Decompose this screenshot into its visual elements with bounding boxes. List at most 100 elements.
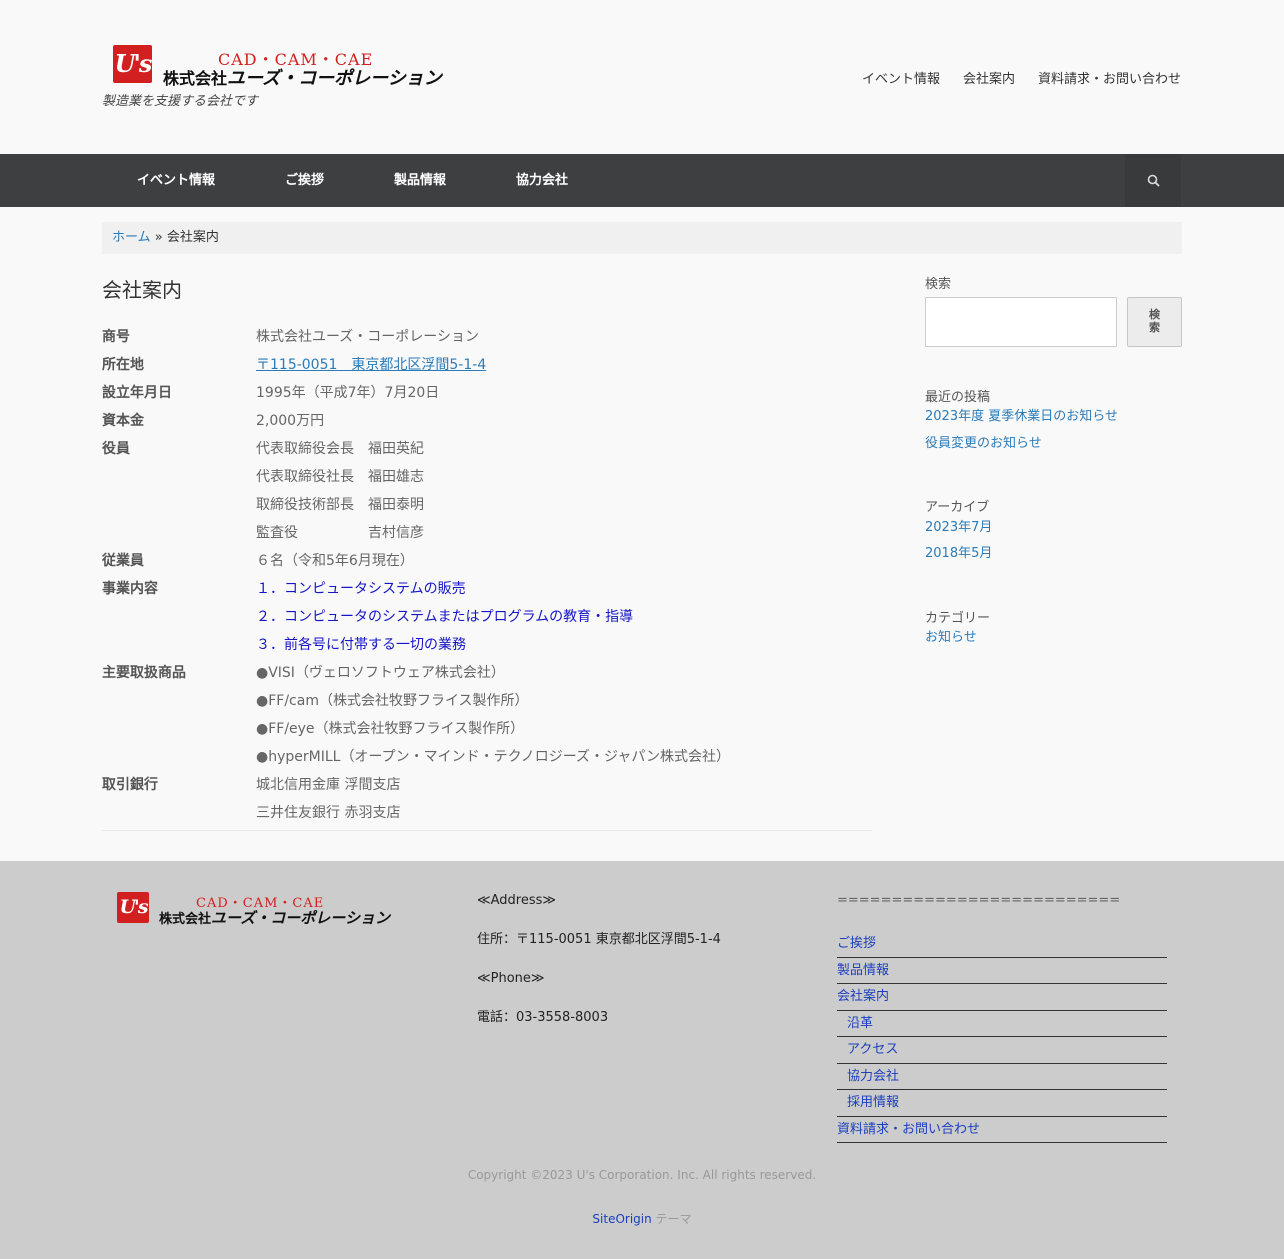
theme-suffix: テーマ — [651, 1212, 692, 1226]
logo-mark: U's — [113, 45, 152, 83]
info-label: 事業内容 — [102, 581, 158, 597]
info-row-business: 事業内容 １．コンピュータシステムの販売 ２．コンピュータのシステムまたはプログ… — [102, 575, 872, 659]
footer-menu-item: 協力会社 — [837, 1064, 1167, 1090]
footer-link-contact[interactable]: 資料請求・お問い合わせ — [837, 1122, 980, 1137]
top-nav-company[interactable]: 会社案内 — [963, 68, 1015, 87]
footer-link-company[interactable]: 会社案内 — [837, 989, 889, 1004]
search-widget: 検索 — [925, 297, 1182, 347]
footer-link-partners[interactable]: 協力会社 — [847, 1069, 899, 1084]
copyright: Copyright ©2023 U's Corporation. Inc. Al… — [467, 1168, 817, 1182]
footer-link-history[interactable]: 沿革 — [847, 1016, 873, 1031]
top-nav-contact[interactable]: 資料請求・お問い合わせ — [1038, 68, 1181, 87]
info-label: 主要取扱商品 — [102, 665, 186, 681]
main-nav-partners[interactable]: 協力会社 — [481, 154, 603, 207]
theme-credit: SiteOrigin テーマ — [0, 1210, 1284, 1227]
siteorigin-link[interactable]: SiteOrigin — [592, 1212, 651, 1226]
footer-menu: ご挨拶 製品情報 会社案内 沿革 アクセス 協力会社 採用情報 資料請求・お問い… — [837, 931, 1167, 1143]
info-label: 取引銀行 — [102, 777, 158, 793]
footer-link-recruit[interactable]: 採用情報 — [847, 1095, 899, 1110]
info-label: 所在地 — [102, 357, 144, 373]
footer-link-products[interactable]: 製品情報 — [837, 963, 889, 978]
breadcrumb-current: 会社案内 — [166, 230, 219, 245]
breadcrumb-separator: » — [150, 230, 167, 245]
archive-title: アーカイブ — [925, 500, 990, 515]
info-value: 1995年（平成7年）7月20日 — [256, 385, 440, 401]
logo-company-prefix: 株式会社 — [163, 69, 228, 88]
site-header: U's CAD・CAM・CAE 株式会社ユーズ・コーポレーション 製造業を支援す… — [0, 0, 1284, 154]
category-link[interactable]: お知らせ — [925, 628, 1182, 648]
info-value: １．コンピュータシステムの販売 — [256, 581, 466, 597]
info-value: 城北信用金庫 浮間支店 — [256, 777, 401, 793]
info-row-trade-name: 商号 株式会社ユーズ・コーポレーション — [102, 323, 872, 351]
top-nav-events[interactable]: イベント情報 — [862, 68, 940, 87]
breadcrumb: ホーム » 会社案内 — [102, 222, 1182, 254]
info-row-capital: 資本金 2,000万円 — [102, 407, 872, 435]
archive-link[interactable]: 2023年7月 — [925, 518, 1182, 544]
logo-company: 株式会社ユーズ・コーポレーション — [159, 907, 390, 928]
info-value: 株式会社ユーズ・コーポレーション — [256, 329, 480, 345]
archive-link[interactable]: 2018年5月 — [925, 544, 1182, 564]
main-content: 会社案内 商号 株式会社ユーズ・コーポレーション 所在地 〒115-0051 東… — [102, 274, 872, 831]
logo-company-prefix: 株式会社 — [159, 912, 212, 927]
main-nav: イベント情報 ご挨拶 製品情報 協力会社 — [0, 154, 1284, 207]
search-button[interactable]: 検索 — [1127, 297, 1182, 347]
logo-company-name: ユーズ・コーポレーション — [227, 68, 442, 89]
info-value: 代表取締役社長 福田雄志 — [256, 469, 424, 485]
logo-mark: U's — [117, 892, 149, 923]
info-label: 設立年月日 — [102, 385, 172, 401]
search-toggle-button[interactable] — [1125, 154, 1181, 207]
search-button-label: 検索 — [1149, 309, 1160, 334]
category-title: カテゴリー — [925, 611, 991, 626]
search-input[interactable] — [925, 297, 1117, 347]
address-link[interactable]: 〒115-0051 東京都北区浮間5-1-4 — [256, 357, 486, 373]
info-row-address: 所在地 〒115-0051 東京都北区浮間5-1-4 — [102, 351, 872, 379]
info-row-employees: 従業員 ６名（令和5年6月現在） — [102, 547, 872, 575]
site-footer: U's CAD・CAM・CAE 株式会社ユーズ・コーポレーション ≪Addres… — [0, 861, 1284, 1259]
footer-link-greeting[interactable]: ご挨拶 — [837, 936, 876, 951]
footer-menu-item: アクセス — [837, 1037, 1167, 1064]
info-value: 三井住友銀行 赤羽支店 — [256, 805, 401, 821]
info-value: ●FF/eye（株式会社牧野フライス製作所） — [256, 721, 525, 737]
top-nav: イベント情報 会社案内 資料請求・お問い合わせ — [862, 68, 1181, 87]
footer-menu-item: ご挨拶 — [837, 931, 1167, 958]
info-value: ●FF/cam（株式会社牧野フライス製作所） — [256, 693, 529, 709]
logo-company: 株式会社ユーズ・コーポレーション — [163, 64, 442, 90]
info-label: 資本金 — [102, 413, 144, 429]
page-title: 会社案内 — [102, 278, 182, 302]
recent-post-link[interactable]: 役員変更のお知らせ — [925, 434, 1182, 454]
logo-company-name: ユーズ・コーポレーション — [211, 909, 390, 927]
info-row-banks: 取引銀行 城北信用金庫 浮間支店 三井住友銀行 赤羽支店 — [102, 771, 872, 827]
breadcrumb-home[interactable]: ホーム — [112, 230, 151, 245]
info-label: 役員 — [102, 441, 130, 457]
footer-phone: 電話：03-3558-8003 — [477, 1010, 609, 1025]
footer-address: 住所：〒115-0051 東京都北区浮間5-1-4 — [477, 932, 721, 947]
recent-post-link[interactable]: 2023年度 夏季休業日のお知らせ — [925, 407, 1182, 434]
search-widget-title: 検索 — [925, 277, 952, 292]
footer-link-access[interactable]: アクセス — [847, 1042, 898, 1057]
site-logo[interactable]: U's CAD・CAM・CAE 株式会社ユーズ・コーポレーション — [113, 45, 442, 89]
search-icon — [1147, 174, 1160, 187]
recent-posts-title: 最近の投稿 — [925, 390, 991, 405]
info-row-founded: 設立年月日 1995年（平成7年）7月20日 — [102, 379, 872, 407]
info-value: ６名（令和5年6月現在） — [256, 553, 414, 569]
info-value: 取締役技術部長 福田泰明 — [256, 497, 424, 513]
company-info-table: 商号 株式会社ユーズ・コーポレーション 所在地 〒115-0051 東京都北区浮… — [102, 323, 872, 831]
footer-contact: ≪Address≫ 住所：〒115-0051 東京都北区浮間5-1-4 ≪Pho… — [477, 891, 721, 1047]
main-nav-products[interactable]: 製品情報 — [359, 154, 481, 207]
info-label: 従業員 — [102, 553, 144, 569]
info-value: ●VISI（ヴェロソフトウェア株式会社） — [256, 665, 505, 681]
footer-menu-item: 資料請求・お問い合わせ — [837, 1117, 1167, 1143]
footer-menu-column: ========================== ご挨拶 製品情報 会社案内… — [837, 891, 1167, 1143]
footer-menu-item: 会社案内 — [837, 984, 1167, 1011]
phone-heading: ≪Phone≫ — [477, 971, 545, 986]
footer-menu-item: 製品情報 — [837, 958, 1167, 984]
main-nav-events[interactable]: イベント情報 — [102, 154, 250, 207]
info-label: 商号 — [102, 329, 130, 345]
footer-logo[interactable]: U's CAD・CAM・CAE 株式会社ユーズ・コーポレーション — [117, 892, 390, 927]
info-row-products: 主要取扱商品 ●VISI（ヴェロソフトウェア株式会社） ●FF/cam（株式会社… — [102, 659, 872, 771]
sidebar: 検索 検索 最近の投稿 2023年度 夏季休業日のお知らせ 役員変更のお知らせ … — [925, 274, 1182, 648]
footer-menu-item: 沿革 — [837, 1011, 1167, 1037]
info-value: ●hyperMILL（オープン・マインド・テクノロジーズ・ジャパン株式会社） — [256, 749, 731, 765]
site-tagline: 製造業を支援する会社です — [102, 94, 259, 109]
main-nav-greeting[interactable]: ご挨拶 — [250, 154, 359, 207]
